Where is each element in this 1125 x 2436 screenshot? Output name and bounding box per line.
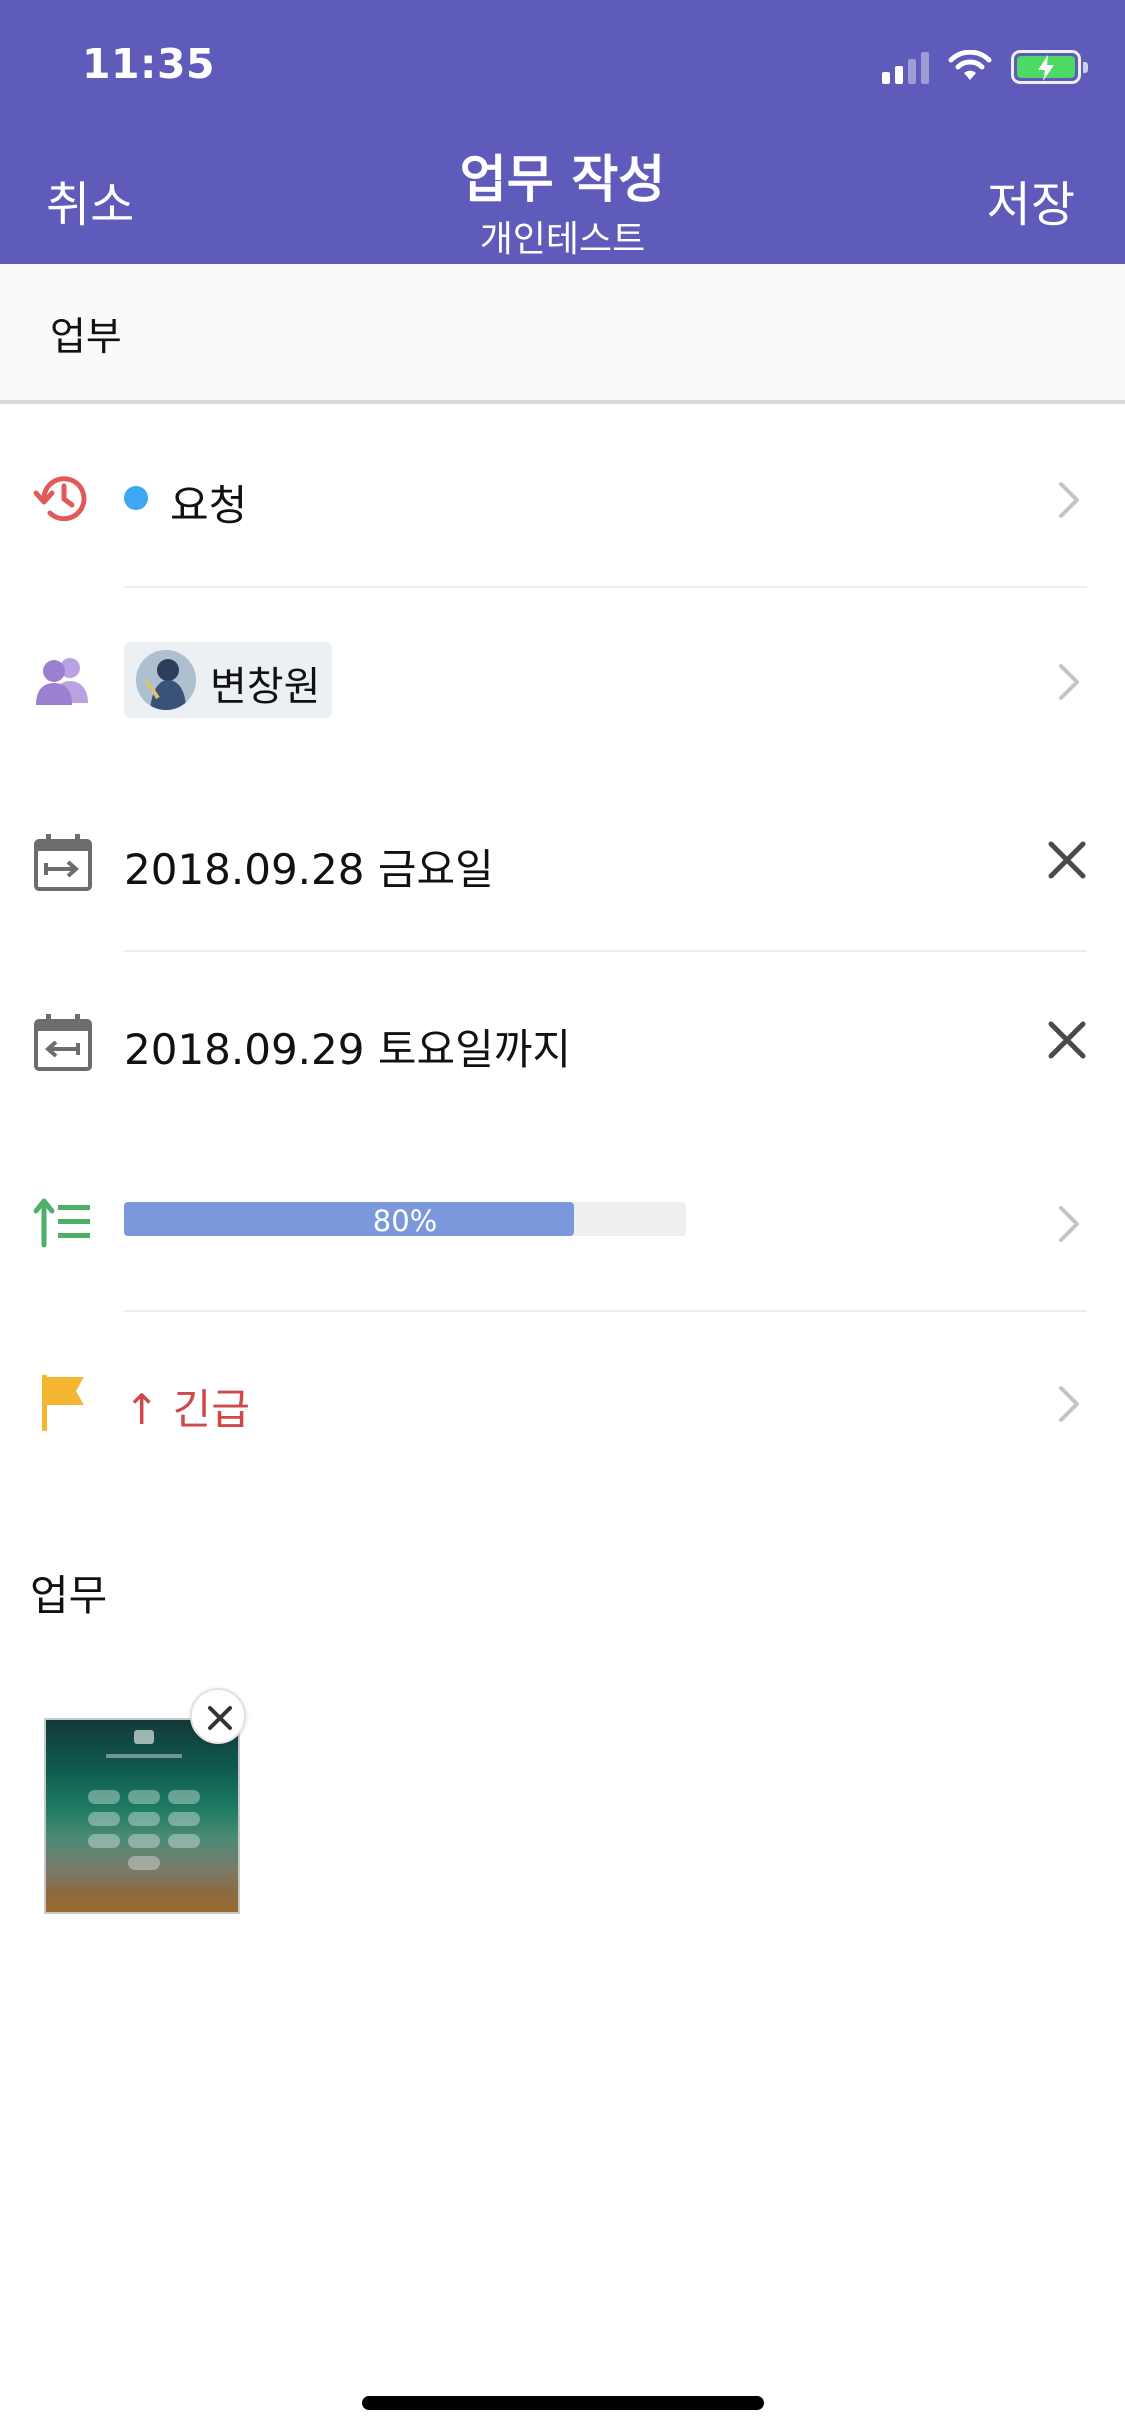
- page-subtitle: 개인테스트: [479, 219, 646, 260]
- divider: [124, 586, 1087, 588]
- task-title-area: [0, 264, 1125, 404]
- avatar: [136, 650, 196, 710]
- progress-row[interactable]: 80%: [0, 1132, 1125, 1312]
- progress-bar[interactable]: 80%: [124, 1202, 686, 1238]
- calendar-end-icon: [30, 1009, 96, 1075]
- priority-label: ↑ 긴급: [124, 1376, 250, 1437]
- due-date-label: 2018.09.29 토요일까지: [124, 1025, 572, 1074]
- cellular-signal-icon: [882, 52, 929, 84]
- chevron-right-icon: [1059, 664, 1079, 700]
- task-title-input[interactable]: [50, 304, 1050, 364]
- status-dot: [124, 486, 148, 510]
- start-date-row[interactable]: 2018.09.28 금요일: [0, 772, 1125, 952]
- flag-icon: [30, 1369, 96, 1435]
- calendar-start-icon: [30, 829, 96, 895]
- priority-row[interactable]: ↑ 긴급: [0, 1312, 1125, 1492]
- progress-label: 80%: [372, 1204, 438, 1238]
- page-title: 업무 작성: [459, 151, 666, 210]
- wifi-icon: [948, 50, 992, 80]
- clear-due-date-icon[interactable]: [1045, 1018, 1089, 1062]
- people-icon: [30, 647, 96, 713]
- history-icon: [30, 465, 96, 531]
- save-button[interactable]: 저장: [987, 165, 1075, 235]
- remove-attachment-button[interactable]: [190, 1688, 246, 1744]
- chevron-right-icon: [1059, 482, 1079, 518]
- attachment-thumbnail[interactable]: [44, 1718, 240, 1914]
- start-date-label: 2018.09.28 금요일: [124, 845, 494, 894]
- chevron-right-icon: [1059, 1386, 1079, 1422]
- assignee-row[interactable]: 변창원: [0, 590, 1125, 770]
- priority-text: 긴급: [172, 1385, 250, 1434]
- clear-start-date-icon[interactable]: [1045, 838, 1089, 882]
- chevron-right-icon: [1059, 1206, 1079, 1242]
- attachment-image: [88, 1730, 200, 1870]
- close-icon: [208, 1706, 232, 1730]
- status-icons: [882, 48, 1088, 84]
- status-label: 요청: [170, 481, 248, 530]
- battery-icon: [1011, 50, 1088, 84]
- assignee-chip[interactable]: 변창원: [124, 642, 332, 718]
- section-label: 업무: [30, 1571, 108, 1620]
- due-date-row[interactable]: 2018.09.29 토요일까지: [0, 952, 1125, 1132]
- assignee-name: 변창원: [210, 664, 321, 710]
- priority-arrow: ↑: [124, 1385, 160, 1434]
- home-indicator: [362, 2396, 764, 2410]
- status-time: 11:35: [82, 40, 216, 88]
- app-header: 11:35 취소 업무 작성 개인테스트 저장: [0, 0, 1125, 264]
- progress-list-icon: [30, 1189, 96, 1255]
- status-row[interactable]: 요청: [0, 408, 1125, 588]
